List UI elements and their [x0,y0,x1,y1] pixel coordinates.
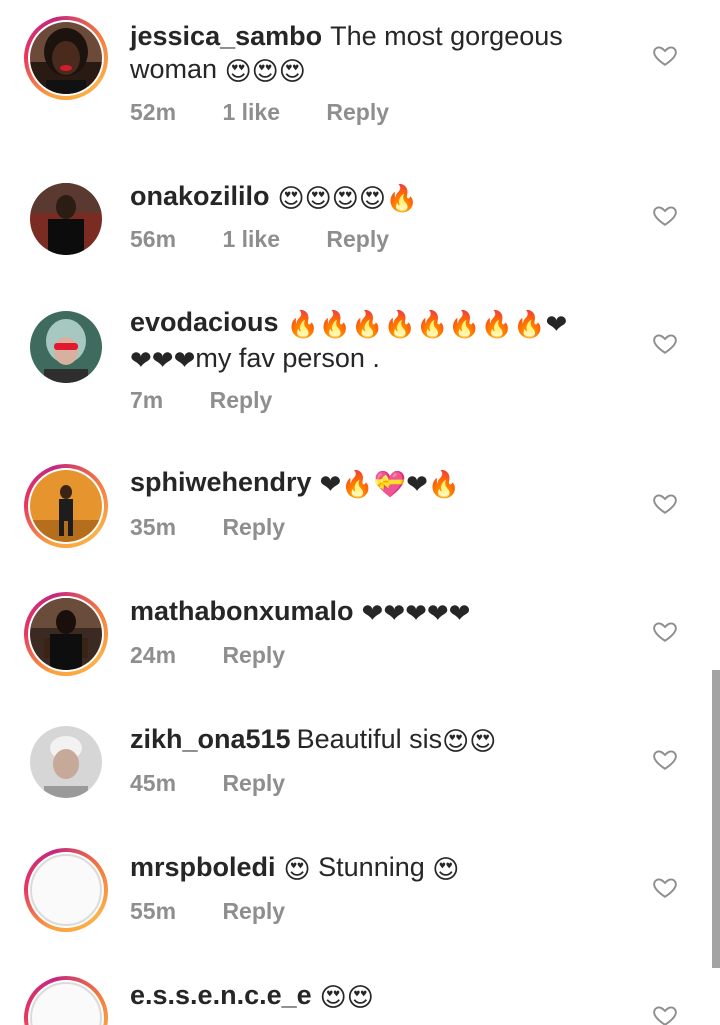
avatar [30,311,102,383]
avatar-container[interactable] [24,177,108,261]
reply-button[interactable]: Reply [326,226,389,252]
avatar-container[interactable] [24,305,108,389]
comment-emoji: 😍 [432,855,460,885]
avatar-story-ring[interactable] [24,592,108,676]
heart-outline-icon[interactable] [652,490,678,516]
heart-outline-icon[interactable] [652,202,678,228]
comment-body: zikh_ona515 Beautiful sis😍😍 [130,723,610,759]
comment-username[interactable]: e.s.s.e.n.c.e_e [130,980,312,1010]
reply-button[interactable]: Reply [222,514,285,540]
heart-outline-icon[interactable] [652,746,678,772]
comment-meta: 24m Reply [130,642,325,669]
comment-time: 35m [130,514,177,540]
comment-time: 24m [130,642,177,668]
comment-meta: 55m Reply [130,898,325,925]
comment-emojis: 😍😍 [319,983,374,1013]
comment-likes[interactable]: 1 like [222,99,280,125]
comment-time: 7m [130,387,164,413]
comment-text: Beautiful sis [296,724,443,754]
comment-text: woman [130,54,218,84]
heart-outline-icon[interactable] [652,874,678,900]
comment-text: my fav person . [195,343,380,373]
comment-time: 56m [130,226,177,252]
comment-body: mrspboledi 😍 Stunning 😍 [130,851,610,887]
comment-body: mathabonxumalo ❤❤❤❤❤ [130,595,610,631]
comment-username[interactable]: jessica_sambo [130,21,322,51]
comment-body: onakozililo 😍😍😍😍🔥 [130,180,610,216]
avatar [30,598,102,670]
comment-emojis: ❤🔥💝❤🔥 [319,470,461,500]
comment-username[interactable]: mrspboledi [130,852,276,882]
reply-button[interactable]: Reply [222,770,285,796]
comment-time: 52m [130,99,177,125]
heart-outline-icon[interactable] [652,330,678,356]
avatar-story-ring[interactable] [24,16,108,100]
avatar-container[interactable] [24,720,108,804]
comment-time: 45m [130,770,177,796]
comment-likes[interactable]: 1 like [222,226,280,252]
comment-time: 55m [130,898,177,924]
avatar-story-ring[interactable] [24,976,108,1025]
avatar [30,183,102,255]
reply-button[interactable]: Reply [326,99,389,125]
comment-username[interactable]: mathabonxumalo [130,596,354,626]
comment-body: sphiwehendry ❤🔥💝❤🔥 [130,466,610,502]
heart-outline-icon[interactable] [652,1002,678,1025]
comment-body: e.s.s.e.n.c.e_e 😍😍 [130,979,610,1015]
avatar-placeholder [30,982,102,1025]
comment-emojis: 😍😍😍 [224,57,306,87]
comment-username[interactable]: onakozililo [130,181,270,211]
reply-button[interactable]: Reply [210,387,273,413]
comment-text: Stunning [318,852,425,882]
avatar-story-ring[interactable] [24,848,108,932]
avatar-placeholder [30,854,102,926]
comment-username[interactable]: zikh_ona515 [130,724,291,754]
comment-body: evodacious 🔥🔥🔥🔥🔥🔥🔥🔥❤ ❤❤❤my fav person . [130,306,610,378]
comment-emojis: ❤❤❤❤❤ [361,599,471,629]
heart-outline-icon[interactable] [652,618,678,644]
avatar [30,726,102,798]
comment-username[interactable]: sphiwehendry [130,467,312,497]
comment-username[interactable]: evodacious [130,307,279,337]
avatar [30,470,102,542]
comment-meta: 35m Reply [130,514,325,541]
scrollbar[interactable] [712,670,720,968]
comment-emojis: 🔥🔥🔥🔥🔥🔥🔥🔥❤ [286,310,568,340]
reply-button[interactable]: Reply [222,642,285,668]
comment-emojis: ❤❤❤ [130,346,196,376]
comment-body: jessica_sambo The most gorgeous woman 😍😍😍 [130,20,610,89]
comments-feed: jessica_sambo The most gorgeous woman 😍😍😍… [0,0,720,1025]
comment-text: The most gorgeous [330,21,563,51]
avatar-story-ring[interactable] [24,464,108,548]
comment-meta: 56m 1 like Reply [130,226,429,253]
avatar [30,22,102,94]
comment-emojis: 😍😍😍😍🔥 [277,184,419,214]
comment-emojis: 😍😍 [442,727,497,757]
reply-button[interactable]: Reply [222,898,285,924]
comment-meta: 7m Reply [130,387,312,414]
comment-meta: 52m 1 like Reply [130,99,429,126]
comment-emoji: 😍 [283,855,311,885]
heart-outline-icon[interactable] [652,42,678,68]
comment-meta: 45m Reply [130,770,325,797]
